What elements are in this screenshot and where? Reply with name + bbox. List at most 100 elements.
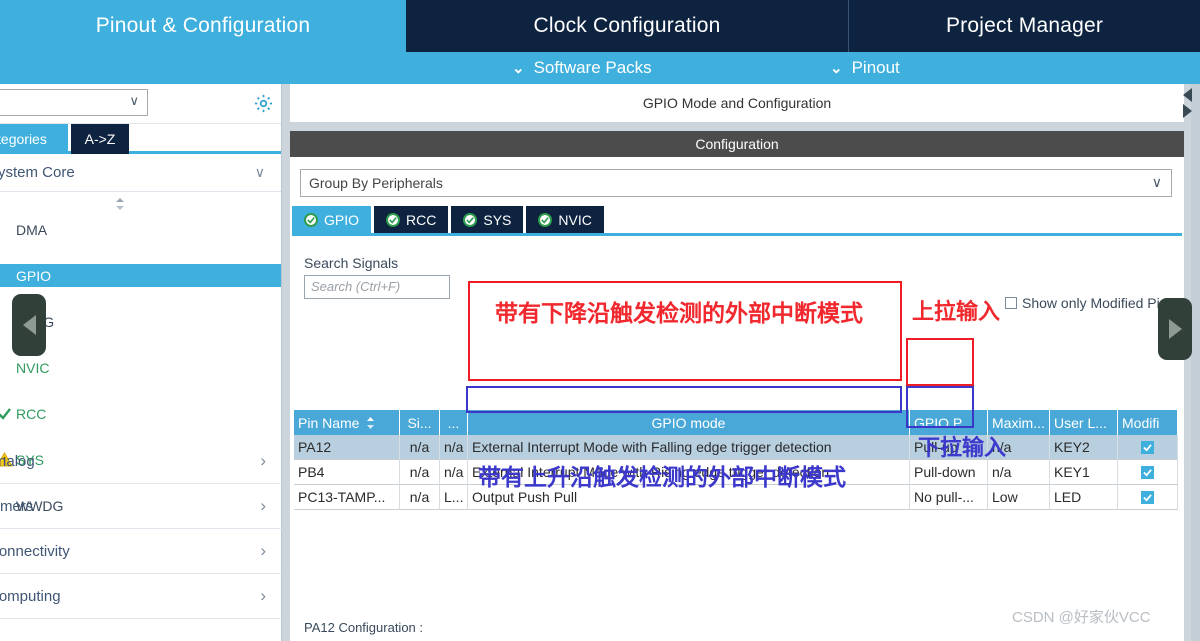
collapse-left-handle[interactable] — [12, 294, 46, 356]
column-header-pin-name[interactable]: Pin Name — [294, 410, 400, 435]
sidebar-tab-a-to-z[interactable]: A->Z — [71, 124, 129, 154]
category-label: Timers — [0, 497, 34, 515]
tab-nvic[interactable]: NVIC — [526, 206, 604, 233]
watermark: CSDN @好家伙VCC — [1012, 609, 1151, 626]
menu-pinout[interactable]: ⌄ Pinout — [830, 58, 900, 78]
sidebar-category-analog[interactable]: Analog › — [0, 439, 282, 484]
tab-sys[interactable]: SYS — [451, 206, 524, 233]
cell-signal: n/a — [400, 485, 440, 510]
table-header-row: Pin Name Si... ... GPIO mode GPIO P... M… — [294, 410, 1178, 435]
collapse-right-handle[interactable] — [1158, 298, 1192, 360]
sidebar-tab-categories[interactable]: Categories — [0, 124, 68, 154]
panel-title: GPIO Mode and Configuration — [290, 84, 1184, 122]
triangle-left-icon[interactable] — [1183, 88, 1192, 102]
menu-label: Software Packs — [533, 58, 652, 77]
table-row[interactable]: PB4 n/a n/a External Interrupt Mode with… — [294, 460, 1178, 485]
search-placeholder: Search (Ctrl+F) — [311, 279, 401, 294]
tab-label: Pinout & Configuration — [95, 14, 311, 37]
item-label: DMA — [16, 221, 48, 238]
cell-user-label[interactable]: KEY2 — [1050, 435, 1118, 460]
cell-gpio-pull[interactable]: Pull-down — [910, 460, 988, 485]
column-header-gpio-mode[interactable]: GPIO mode — [468, 410, 910, 435]
cell-extra: n/a — [440, 435, 468, 460]
chevron-right-icon: › — [260, 496, 266, 515]
pa12-configuration-label: PA12 Configuration : — [300, 620, 427, 635]
cell-pin-name: PC13-TAMP... — [294, 485, 400, 510]
group-by-value: Group By Peripherals — [309, 175, 443, 191]
sidebar-view-tabs: Categories A->Z — [0, 124, 281, 154]
column-header-modified[interactable]: Modifi — [1118, 410, 1178, 435]
sidebar-item-rcc[interactable]: RCC — [0, 402, 281, 425]
cell-gpio-pull[interactable]: Pull-up — [910, 435, 988, 460]
cell-signal: n/a — [400, 460, 440, 485]
cell-extra: n/a — [440, 460, 468, 485]
cell-modified[interactable] — [1118, 485, 1178, 510]
cell-maximum-speed[interactable]: n/a — [988, 435, 1050, 460]
sort-indicator-icon[interactable] — [113, 196, 127, 212]
vertical-scrollbar[interactable] — [1191, 84, 1200, 641]
search-input[interactable]: Search (Ctrl+F) — [304, 275, 450, 299]
cell-gpio-mode[interactable]: External Interrupt Mode with Falling edg… — [468, 435, 910, 460]
cell-modified[interactable] — [1118, 460, 1178, 485]
column-header-signal[interactable]: Si... — [400, 410, 440, 435]
cell-user-label[interactable]: KEY1 — [1050, 460, 1118, 485]
column-header-gpio-pull[interactable]: GPIO P... — [910, 410, 988, 435]
tab-gpio[interactable]: GPIO — [292, 206, 372, 233]
sidebar-group-system-core[interactable]: System Core ∨ — [0, 154, 281, 192]
sidebar-category-timers[interactable]: Timers › — [0, 484, 282, 529]
sidebar-category-connectivity[interactable]: Connectivity › — [0, 529, 282, 574]
sidebar-category-computing[interactable]: Computing › — [0, 574, 282, 619]
tab-pinout-configuration[interactable]: Pinout & Configuration — [0, 0, 406, 52]
table-row[interactable]: PA12 n/a n/a External Interrupt Mode wit… — [294, 435, 1178, 460]
sidebar-item-dma[interactable]: DMA — [0, 218, 281, 241]
cell-maximum-speed[interactable]: n/a — [988, 460, 1050, 485]
peripheral-filter-combo[interactable]: ∨ — [0, 89, 148, 116]
chevron-right-icon: › — [260, 451, 266, 470]
tab-rcc[interactable]: RCC — [374, 206, 449, 233]
check-icon — [0, 405, 13, 422]
cell-maximum-speed[interactable]: Low — [988, 485, 1050, 510]
gpio-config-panel: Group By Peripherals ∨ GPIO RCC SYS NVIC… — [290, 157, 1184, 641]
panel-nav-arrows[interactable] — [1183, 88, 1192, 118]
triangle-right-icon[interactable] — [1183, 104, 1192, 118]
column-header-user-label[interactable]: User L... — [1050, 410, 1118, 435]
group-by-dropdown[interactable]: Group By Peripherals ∨ — [300, 169, 1172, 197]
sub-tab-bar: ⌄ Software Packs ⌄ Pinout — [0, 52, 1200, 84]
column-header-maximum-speed[interactable]: Maxim... — [988, 410, 1050, 435]
table-row[interactable]: PC13-TAMP... n/a L... Output Push Pull N… — [294, 485, 1178, 510]
sidebar-item-gpio[interactable]: GPIO — [0, 264, 281, 287]
menu-software-packs[interactable]: ⌄ Software Packs — [512, 58, 652, 78]
gear-icon[interactable] — [253, 93, 274, 114]
sidebar-item-nvic[interactable]: NVIC — [0, 356, 281, 379]
check-circle-icon — [304, 212, 318, 227]
cell-modified[interactable] — [1118, 435, 1178, 460]
item-label: GPIO — [16, 267, 52, 284]
chevron-down-icon: ∨ — [129, 93, 139, 108]
tab-label: Categories — [0, 131, 47, 147]
tab-label: RCC — [406, 211, 437, 228]
cell-gpio-pull[interactable]: No pull-... — [910, 485, 988, 510]
configuration-header-label: Configuration — [695, 136, 779, 152]
chevron-down-icon: ∨ — [1151, 174, 1162, 190]
show-modified-pins-checkbox[interactable]: Show only Modified Pi — [1005, 295, 1160, 311]
tab-project-manager[interactable]: Project Manager — [849, 0, 1200, 52]
check-circle-icon — [463, 212, 478, 227]
configuration-header-bar: Configuration — [290, 131, 1184, 157]
peripheral-tab-bar: GPIO RCC SYS NVIC — [292, 206, 1182, 236]
cell-signal: n/a — [400, 435, 440, 460]
tab-clock-configuration[interactable]: Clock Configuration — [406, 0, 849, 52]
checkbox-checked-icon — [1141, 465, 1154, 479]
cell-gpio-mode[interactable]: External Interrupt Mode with Rising edge… — [468, 460, 910, 485]
main-tab-bar: Pinout & Configuration Clock Configurati… — [0, 0, 1200, 52]
cell-pin-name: PA12 — [294, 435, 400, 460]
column-header-extra[interactable]: ... — [440, 410, 468, 435]
cubemx-window: Pinout & Configuration Clock Configurati… — [0, 0, 1200, 641]
chevron-right-icon: › — [260, 541, 266, 560]
col-label: Pin Name — [298, 414, 360, 431]
tab-label: Clock Configuration — [533, 14, 721, 37]
check-circle-icon — [386, 212, 401, 227]
checkbox-icon — [1005, 297, 1017, 309]
cell-gpio-mode[interactable]: Output Push Pull — [468, 485, 910, 510]
group-label: System Core — [0, 164, 75, 181]
cell-user-label[interactable]: LED — [1050, 485, 1118, 510]
